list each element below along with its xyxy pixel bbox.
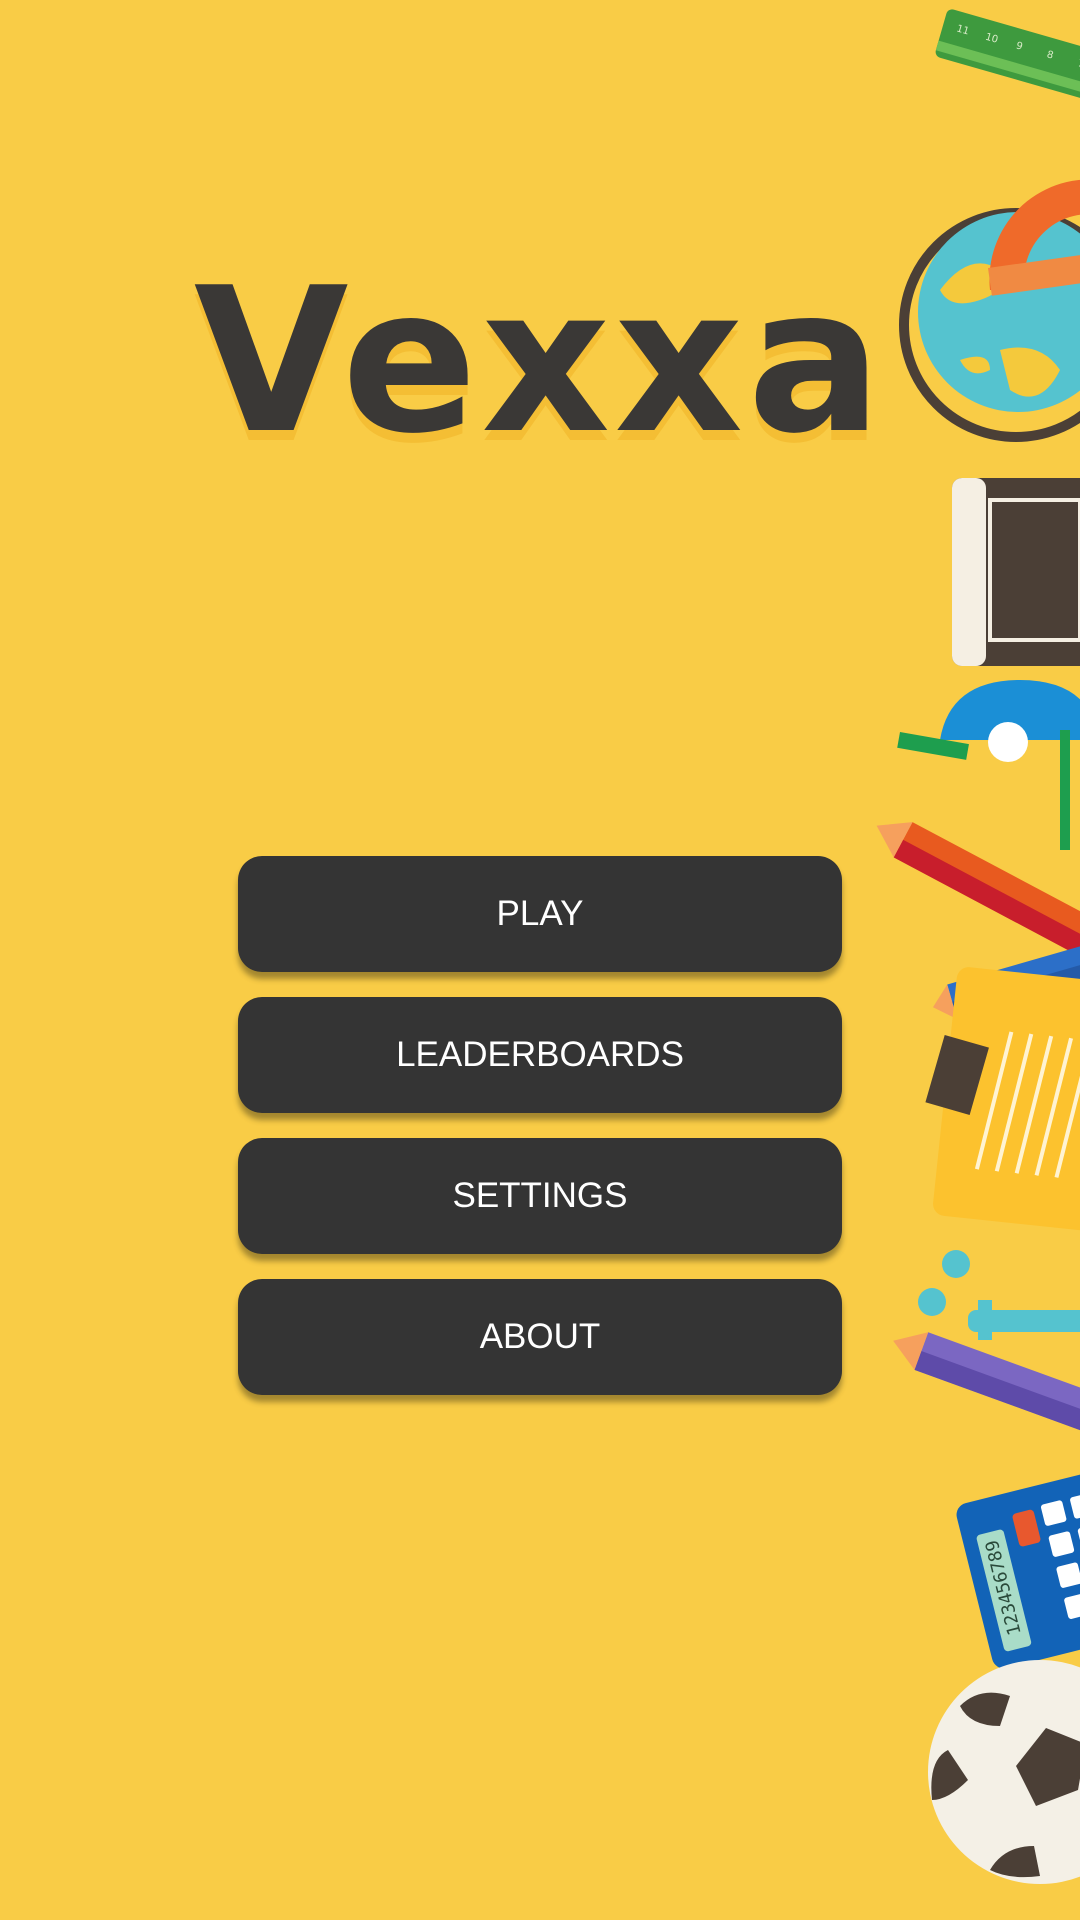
calculator-icon: 123456789 — [956, 1460, 1080, 1669]
main-menu: PLAY LEADERBOARDS SETTINGS ABOUT — [238, 856, 842, 1420]
magnifier-icon — [897, 680, 1080, 850]
soccer-ball-icon — [928, 1660, 1080, 1884]
book-icon — [952, 478, 1080, 666]
play-button[interactable]: PLAY — [238, 856, 842, 972]
lab-flask-icon — [918, 1250, 1080, 1340]
pencil-icon — [876, 822, 1080, 966]
leaderboards-button[interactable]: LEADERBOARDS — [238, 997, 842, 1113]
settings-button[interactable]: SETTINGS — [238, 1138, 842, 1254]
globe-icon — [899, 208, 1080, 442]
school-supplies-decoration: 11 10 9 8 7 123456789 — [876, 9, 1080, 1884]
about-button[interactable]: ABOUT — [238, 1279, 842, 1395]
ruler-icon: 11 10 9 8 7 — [935, 9, 1080, 105]
pencil-icon — [893, 1332, 1080, 1449]
